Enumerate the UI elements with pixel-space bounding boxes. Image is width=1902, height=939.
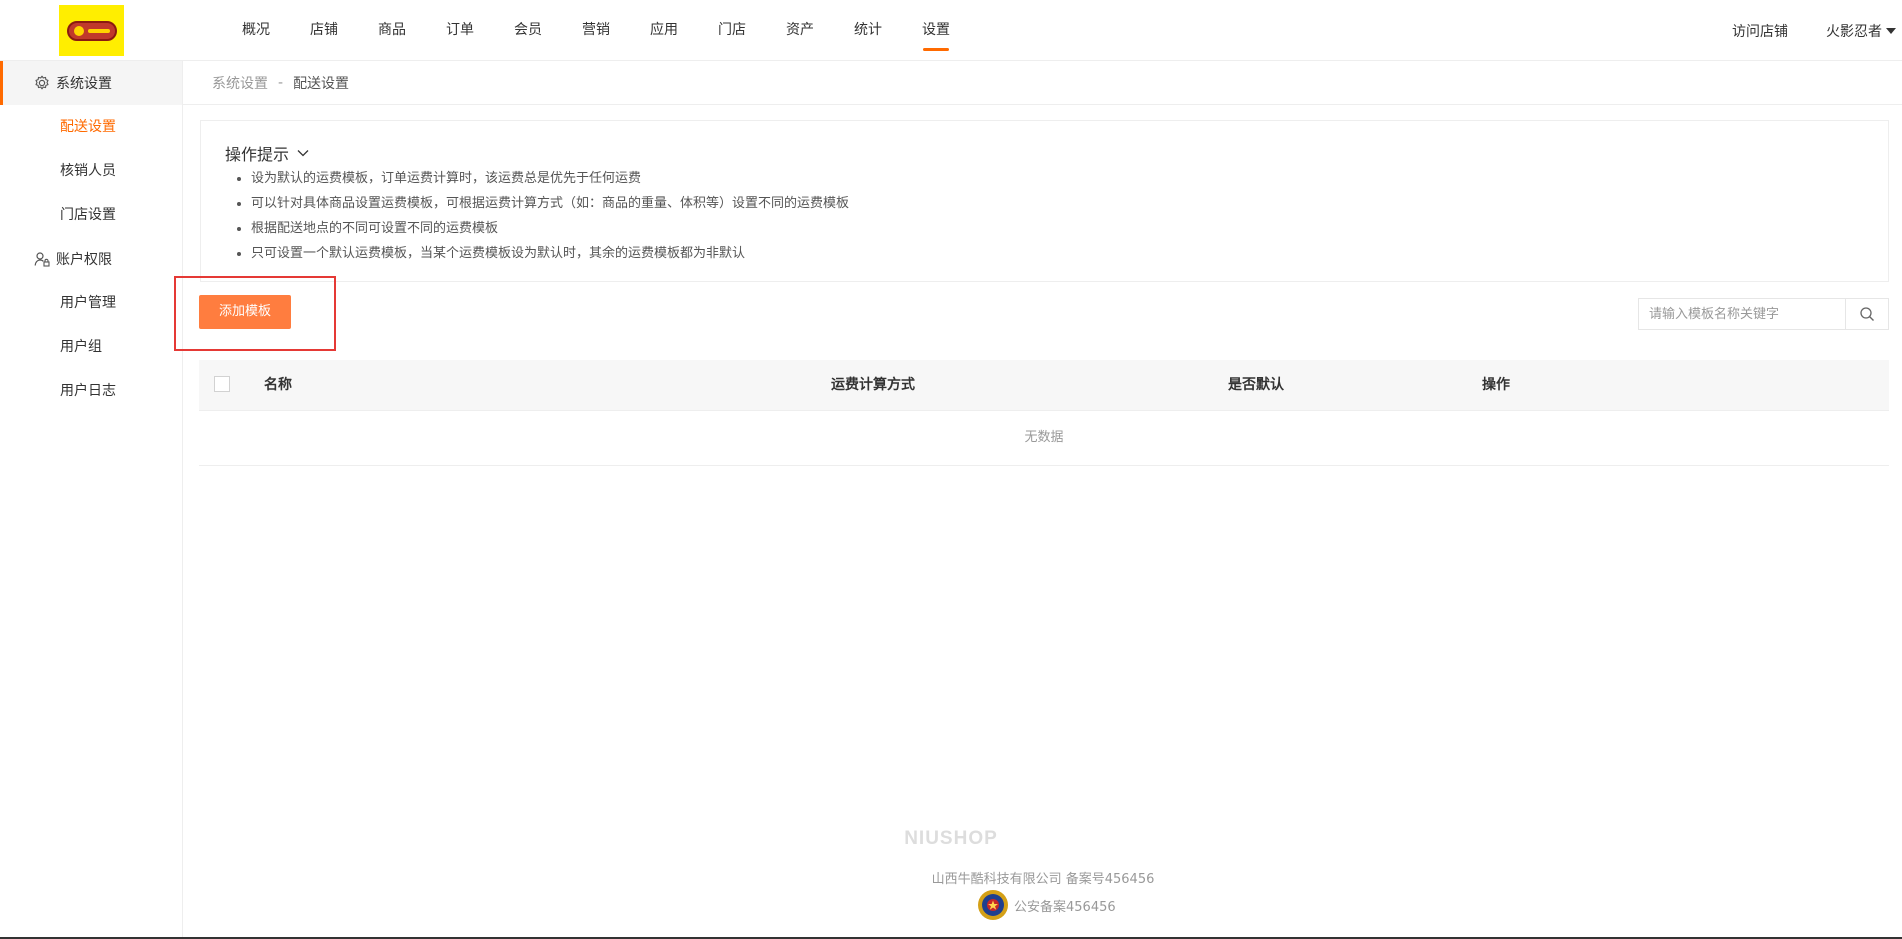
user-lock-icon — [34, 252, 50, 267]
tip-item: 根据配送地点的不同可设置不同的运费模板 — [251, 216, 849, 241]
template-table: 名称 运费计算方式 是否默认 操作 无数据 — [199, 360, 1889, 466]
nav-item-orders[interactable]: 订单 — [426, 0, 494, 61]
footer-police-text: 公安备案456456 — [1014, 899, 1116, 915]
add-template-button[interactable]: 添加模板 — [199, 295, 291, 329]
breadcrumb-current: 配送设置 — [293, 75, 350, 92]
user-name: 火影忍者 — [1826, 23, 1882, 40]
nav-item-overview[interactable]: 概况 — [222, 0, 290, 61]
tip-item: 可以针对具体商品设置运费模板，可根据运费计算方式（如：商品的重量、体积等）设置不… — [251, 191, 849, 216]
tips-panel: 操作提示 设为默认的运费模板，订单运费计算时，该运费总是优先于任何运费 可以针对… — [200, 120, 1889, 282]
site-logo[interactable] — [59, 5, 124, 56]
footer-company-text: 山西牛酷科技有限公司 备案号456456 — [931, 872, 1155, 887]
column-header-name: 名称 — [264, 377, 292, 393]
sidebar-item-verifiers[interactable]: 核销人员 — [0, 149, 182, 193]
breadcrumb: 系统设置 - 配送设置 — [183, 61, 1902, 105]
nav-item-members[interactable]: 会员 — [494, 0, 562, 61]
table-header: 名称 运费计算方式 是否默认 操作 — [199, 360, 1889, 411]
sidebar-group-system[interactable]: 系统设置 — [0, 61, 182, 105]
nav-item-goods[interactable]: 商品 — [358, 0, 426, 61]
top-header: 概况 店铺 商品 订单 会员 营销 应用 门店 资产 统计 设置 访问店铺 火影… — [0, 0, 1902, 61]
column-header-calc-method: 运费计算方式 — [831, 377, 915, 393]
sidebar-group-label: 系统设置 — [56, 76, 112, 92]
breadcrumb-separator: - — [278, 74, 284, 91]
sidebar-item-user-groups[interactable]: 用户组 — [0, 325, 182, 369]
select-all-checkbox[interactable] — [214, 376, 230, 392]
nav-item-marketing[interactable]: 营销 — [562, 0, 630, 61]
footer-police-record[interactable]: 公安备案456456 — [976, 888, 1116, 922]
search-input[interactable] — [1639, 299, 1845, 329]
sidebar-item-store-settings[interactable]: 门店设置 — [0, 193, 182, 237]
nav-item-store[interactable]: 店铺 — [290, 0, 358, 61]
tips-title: 操作提示 — [225, 145, 290, 164]
visit-store-link[interactable]: 访问店铺 — [1732, 21, 1788, 41]
caret-down-icon — [1886, 27, 1896, 34]
header-right: 访问店铺 火影忍者 — [1732, 0, 1902, 61]
sidebar: 系统设置 配送设置 核销人员 门店设置 账户权限 用户管理 用户组 用户日志 — [0, 61, 183, 939]
nav-item-settings[interactable]: 设置 — [902, 0, 970, 61]
tips-list: 设为默认的运费模板，订单运费计算时，该运费总是优先于任何运费 可以针对具体商品设… — [225, 166, 849, 266]
sidebar-item-delivery-settings[interactable]: 配送设置 — [0, 105, 182, 149]
tips-toggle[interactable]: 操作提示 — [225, 141, 309, 165]
logo-badge-icon — [66, 20, 117, 41]
table-empty-row: 无数据 — [199, 411, 1889, 466]
police-badge-icon — [978, 890, 1008, 920]
user-menu[interactable]: 火影忍者 — [1826, 21, 1896, 41]
breadcrumb-parent[interactable]: 系统设置 — [212, 73, 268, 93]
sidebar-group-account[interactable]: 账户权限 — [0, 237, 182, 281]
search-icon — [1860, 307, 1874, 321]
search-box — [1638, 298, 1889, 330]
nav-item-stats[interactable]: 统计 — [834, 0, 902, 61]
tip-item: 只可设置一个默认运费模板，当某个运费模板设为默认时，其余的运费模板都为非默认 — [251, 241, 849, 266]
search-button[interactable] — [1845, 299, 1888, 329]
tip-item: 设为默认的运费模板，订单运费计算时，该运费总是优先于任何运费 — [251, 166, 849, 191]
main-nav: 概况 店铺 商品 订单 会员 营销 应用 门店 资产 统计 设置 — [222, 0, 970, 61]
column-header-is-default: 是否默认 — [1228, 377, 1284, 393]
nav-item-apps[interactable]: 应用 — [630, 0, 698, 61]
sidebar-item-user-logs[interactable]: 用户日志 — [0, 369, 182, 413]
sidebar-group-label: 账户权限 — [56, 252, 112, 268]
chevron-down-icon — [297, 150, 309, 157]
nav-item-shops[interactable]: 门店 — [698, 0, 766, 61]
sidebar-item-user-management[interactable]: 用户管理 — [0, 281, 182, 325]
nav-item-assets[interactable]: 资产 — [766, 0, 834, 61]
footer-brand-logo: NIUSHOP — [904, 828, 998, 849]
gear-icon — [35, 75, 49, 90]
column-header-actions: 操作 — [1482, 377, 1510, 393]
